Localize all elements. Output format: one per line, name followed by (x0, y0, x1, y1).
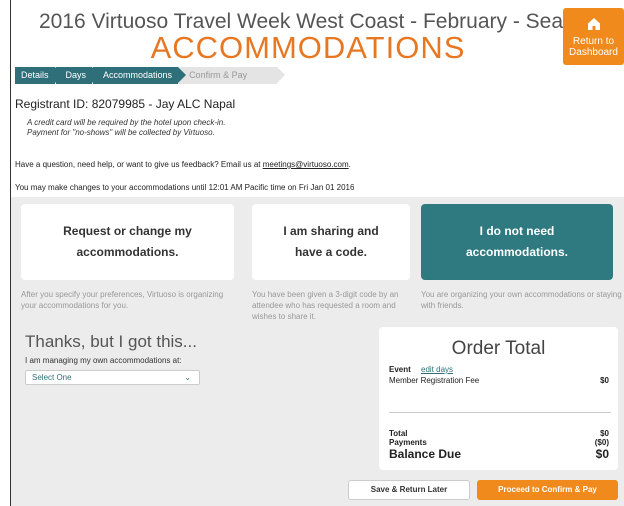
change-deadline: You may make changes to your accommodati… (15, 183, 355, 192)
option-sharing-description: You have been given a 3-digit code by an… (252, 290, 399, 321)
page-frame: 2016 Virtuoso Travel Week West Coast - F… (10, 0, 624, 506)
registrant-id: Registrant ID: 82079985 - Jay ALC Napal (15, 97, 236, 111)
home-icon (588, 18, 600, 30)
help-question: Have a question, need help, or want to g… (15, 160, 351, 169)
option-sharing-code[interactable]: I am sharing and have a code. (252, 204, 410, 280)
own-accommodations-select[interactable]: Select One ⌄ (25, 370, 200, 385)
fee-label: Member Registration Fee (389, 376, 480, 385)
event-label: Event (389, 365, 411, 374)
balance-amount: $0 (595, 447, 609, 461)
select-value: Select One (32, 373, 72, 382)
help-question-text: Have a question, need help, or want to g… (15, 160, 261, 169)
registration-fee-row: Member Registration Fee $0 (389, 376, 609, 385)
return-to-dashboard-button[interactable]: Return to Dashboard (563, 8, 624, 65)
balance-due-row: Balance Due $0 (389, 447, 609, 461)
credit-card-note: A credit card will be required by the ho… (27, 118, 226, 127)
email-link[interactable]: meetings@virtuoso.com (263, 160, 349, 169)
order-divider (389, 412, 611, 413)
order-total-panel: Order Total Event edit days Member Regis… (379, 327, 618, 470)
payments-row: Payments ($0) (389, 438, 609, 447)
option-no-accommodations[interactable]: I do not need accommodations. (421, 204, 613, 280)
step-accommodations[interactable]: Accommodations (93, 67, 187, 84)
payments-amount: ($0) (594, 438, 609, 447)
total-row: Total $0 (389, 429, 609, 438)
edit-days-link[interactable]: edit days (421, 365, 453, 374)
help-question-suffix: . (348, 160, 351, 169)
option-request-description: After you specify your preferences, Virt… (21, 290, 224, 310)
step-details[interactable]: Details (15, 67, 62, 84)
payments-label: Payments (389, 438, 427, 447)
accommodation-options-panel: Request or change my accommodations. I a… (11, 197, 624, 506)
total-amount: $0 (600, 429, 609, 438)
option-none-description: You are organizing your own accommodatio… (421, 290, 622, 310)
dashboard-label-line2: Dashboard (569, 47, 618, 58)
step-confirm-pay: Confirm & Pay (179, 67, 286, 84)
dashboard-label-line1: Return to (572, 36, 615, 47)
page-title: ACCOMMODATIONS (150, 30, 466, 65)
chevron-down-icon: ⌄ (184, 373, 191, 382)
order-total-title: Order Total (451, 338, 546, 359)
save-return-later-button[interactable]: Save & Return Later (348, 480, 470, 500)
proceed-confirm-pay-button[interactable]: Proceed to Confirm & Pay (477, 480, 618, 500)
option-request-accommodations[interactable]: Request or change my accommodations. (21, 204, 234, 280)
progress-steps: Details Days Accommodations Confirm & Pa… (15, 67, 286, 84)
fee-amount: $0 (600, 376, 609, 385)
total-label: Total (389, 429, 408, 438)
own-accommodations-heading: Thanks, but I got this... (25, 332, 197, 351)
balance-label: Balance Due (389, 447, 462, 461)
no-show-note: Payment for "no-shows" will be collected… (27, 128, 215, 137)
own-accommodations-label: I am managing my own accommodations at: (25, 356, 182, 365)
